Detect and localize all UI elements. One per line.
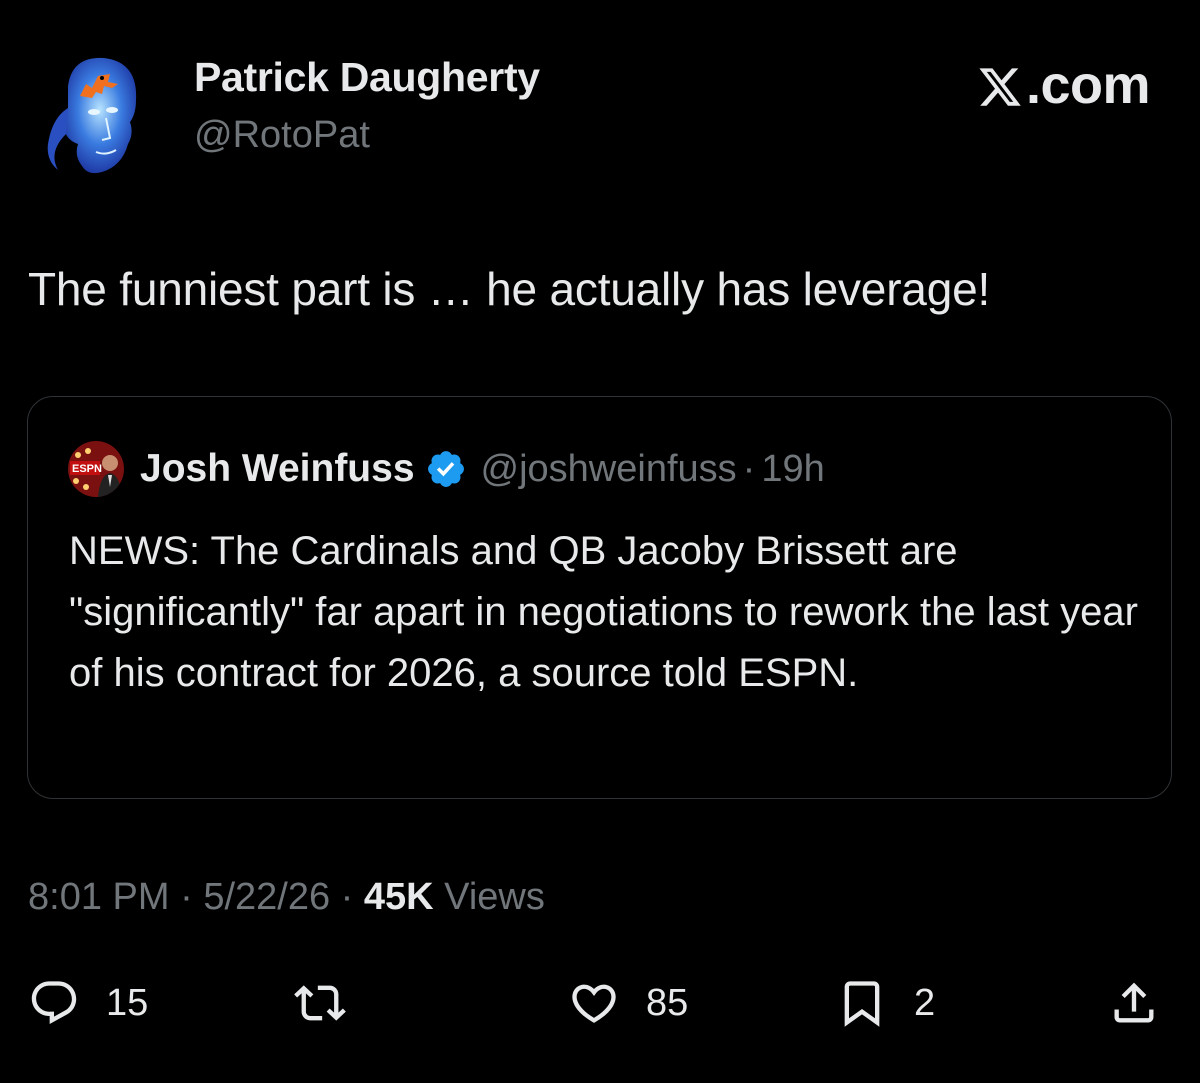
- author-handle[interactable]: @RotoPat: [194, 114, 370, 157]
- author-name[interactable]: Patrick Daugherty: [194, 54, 540, 101]
- quoted-tweet-header: ESPN Josh Weinfuss @joshweinfuss · 19h: [68, 441, 825, 497]
- espn-avatar[interactable]: ESPN: [68, 441, 124, 497]
- share-icon: [1114, 982, 1154, 1023]
- retweet-icon: [294, 985, 346, 1021]
- reply-count: 15: [106, 981, 149, 1024]
- brand-label: .com: [1025, 55, 1151, 115]
- bookmark-button[interactable]: 2: [836, 977, 935, 1029]
- quoted-tweet-time[interactable]: 19h: [761, 448, 824, 491]
- bookmark-count: 2: [914, 981, 936, 1024]
- reply-button[interactable]: 15: [28, 977, 148, 1029]
- like-button[interactable]: 85: [568, 977, 688, 1029]
- bookmark-icon: [844, 981, 880, 1027]
- reply-icon: [31, 981, 77, 1025]
- tweet-text: The funniest part is … he actually has l…: [28, 263, 991, 315]
- x-logo-icon: [979, 68, 1021, 106]
- share-button[interactable]: [1108, 977, 1160, 1029]
- like-count: 85: [646, 981, 689, 1024]
- quoted-author-name[interactable]: Josh Weinfuss: [140, 447, 415, 491]
- tweet-time[interactable]: 8:01 PM: [28, 876, 170, 918]
- quoted-tweet-card[interactable]: ESPN Josh Weinfuss @joshweinfuss · 19h N…: [27, 396, 1172, 799]
- tweet-meta: 8:01 PM · 5/22/26 · 45K Views: [28, 876, 545, 919]
- quoted-author-handle[interactable]: @joshweinfuss: [481, 448, 737, 491]
- meta-separator: ·: [330, 876, 364, 918]
- svg-text:ESPN: ESPN: [72, 463, 102, 475]
- views-label: Views: [433, 876, 545, 918]
- quoted-tweet-text: NEWS: The Cardinals and QB Jacoby Brisse…: [69, 529, 1138, 695]
- retweet-button[interactable]: [294, 977, 372, 1029]
- separator-dot: ·: [742, 447, 756, 490]
- views-count[interactable]: 45K: [364, 876, 434, 918]
- verified-badge-icon: [427, 451, 464, 487]
- author-avatar[interactable]: [38, 48, 154, 180]
- meta-separator: ·: [169, 876, 204, 918]
- action-bar: 15 85 2: [0, 972, 1200, 1042]
- brand-logo: .com: [977, 54, 1151, 116]
- heart-icon: [572, 984, 616, 1023]
- tweet-date[interactable]: 5/22/26: [203, 876, 330, 918]
